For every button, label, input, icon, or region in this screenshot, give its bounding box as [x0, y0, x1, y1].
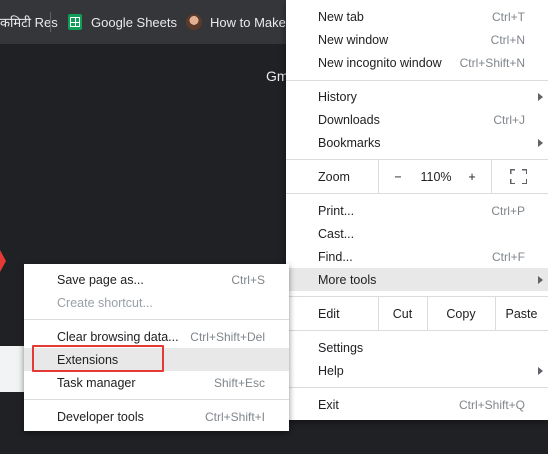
shortcut-label: Ctrl+N — [490, 32, 525, 47]
menu-item-exit[interactable]: Exit Ctrl+Shift+Q — [286, 393, 548, 416]
copy-button[interactable]: Copy — [427, 297, 495, 330]
menu-item-print[interactable]: Print... Ctrl+P — [286, 199, 548, 222]
menu-item-task-manager[interactable]: Task manager Shift+Esc — [24, 371, 289, 394]
menu-item-label: Create shortcut... — [57, 295, 153, 310]
shortcut-label: Ctrl+T — [492, 9, 525, 24]
zoom-row: Zoom − 110% + — [286, 160, 548, 193]
menu-item-find[interactable]: Find... Ctrl+F — [286, 245, 548, 268]
zoom-level: 110% — [420, 169, 452, 184]
shortcut-label: Ctrl+Shift+I — [204, 409, 265, 424]
menu-item-bookmarks[interactable]: Bookmarks — [286, 131, 548, 154]
menu-divider — [286, 387, 548, 388]
shortcut-label: Ctrl+S — [231, 272, 265, 287]
menu-item-label: Task manager — [57, 375, 136, 390]
zoom-in-button[interactable]: + — [464, 170, 480, 184]
menu-item-label: History — [318, 89, 357, 104]
menu-item-new-incognito[interactable]: New incognito window Ctrl+Shift+N — [286, 51, 548, 74]
menu-item-clear-browsing-data[interactable]: Clear browsing data... Ctrl+Shift+Del — [24, 325, 289, 348]
cut-button[interactable]: Cut — [378, 297, 427, 330]
chrome-main-menu: New tab Ctrl+T New window Ctrl+N New inc… — [286, 0, 548, 420]
menu-item-label: Bookmarks — [318, 135, 381, 150]
menu-item-more-tools[interactable]: More tools — [286, 268, 548, 291]
shortcut-label: Ctrl+Shift+Del — [190, 329, 265, 344]
bookmark-label: How to Make — [210, 14, 286, 30]
menu-item-save-page[interactable]: Save page as... Ctrl+S — [24, 268, 289, 291]
shortcut-label: Ctrl+Shift+Q — [458, 397, 525, 412]
menu-item-history[interactable]: History — [286, 85, 548, 108]
menu-divider — [286, 330, 548, 331]
bookmark-divider — [50, 12, 51, 32]
menu-item-new-tab[interactable]: New tab Ctrl+T — [286, 5, 548, 28]
submenu-arrow-icon — [538, 138, 543, 147]
menu-item-label: Save page as... — [57, 272, 144, 287]
submenu-arrow-icon — [538, 275, 543, 284]
menu-item-downloads[interactable]: Downloads Ctrl+J — [286, 108, 548, 131]
more-tools-submenu: Save page as... Ctrl+S Create shortcut..… — [24, 264, 289, 431]
zoom-label: Zoom — [318, 169, 350, 184]
menu-item-help[interactable]: Help — [286, 359, 548, 382]
menu-divider — [24, 319, 289, 320]
menu-divider — [24, 399, 289, 400]
menu-item-label: Clear browsing data... — [57, 329, 179, 344]
menu-item-label: Developer tools — [57, 409, 144, 424]
submenu-arrow-icon — [538, 92, 543, 101]
bookmark-google-sheets[interactable]: Google Sheets — [68, 0, 177, 44]
shortcut-label: Ctrl+P — [491, 203, 525, 218]
zoom-out-button[interactable]: − — [390, 170, 406, 184]
red-arrow-annotation — [0, 250, 6, 272]
bookmark-how-to-make[interactable]: How to Make — [186, 0, 286, 44]
menu-item-label: Help — [318, 363, 344, 378]
shortcut-label: Ctrl+F — [492, 249, 525, 264]
shortcut-label: Shift+Esc — [213, 375, 265, 390]
cell-divider — [491, 160, 492, 193]
menu-divider — [286, 193, 548, 194]
menu-item-create-shortcut: Create shortcut... — [24, 291, 289, 314]
menu-item-developer-tools[interactable]: Developer tools Ctrl+Shift+I — [24, 405, 289, 428]
edit-label: Edit — [318, 306, 340, 321]
menu-item-label: More tools — [318, 272, 377, 287]
bookmark-label: Google Sheets — [91, 14, 178, 30]
menu-item-settings[interactable]: Settings — [286, 336, 548, 359]
edit-row: Edit Cut Copy Paste — [286, 297, 548, 330]
paste-button[interactable]: Paste — [495, 297, 548, 330]
submenu-arrow-icon — [538, 366, 543, 375]
shortcut-label: Ctrl+Shift+N — [459, 55, 525, 70]
menu-item-cast[interactable]: Cast... — [286, 222, 548, 245]
menu-item-label: Settings — [318, 340, 364, 355]
menu-divider — [286, 80, 548, 81]
menu-item-new-window[interactable]: New window Ctrl+N — [286, 28, 548, 51]
cell-divider — [378, 160, 379, 193]
fullscreen-icon[interactable] — [510, 169, 527, 184]
menu-item-label: Extensions — [57, 352, 119, 367]
shortcut-label: Ctrl+J — [493, 112, 525, 127]
menu-item-extensions[interactable]: Extensions — [24, 348, 289, 371]
google-sheets-icon — [68, 14, 82, 30]
avatar-icon — [186, 14, 202, 30]
menu-item-label: Cast... — [318, 226, 355, 241]
